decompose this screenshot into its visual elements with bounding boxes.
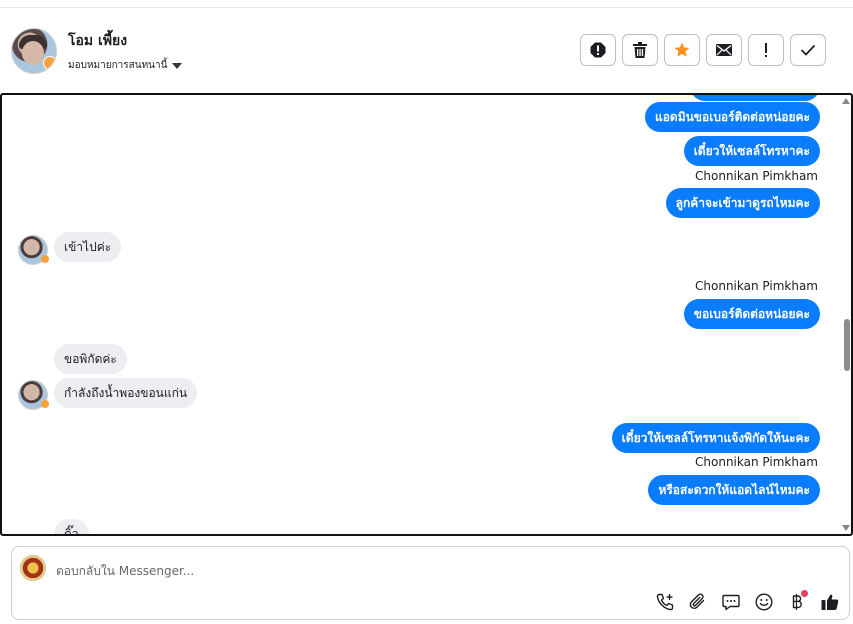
composer-toolbar xyxy=(654,590,841,613)
thread-scrollbar[interactable] xyxy=(841,95,851,534)
mail-icon xyxy=(716,44,732,56)
like-button[interactable] xyxy=(819,591,841,613)
sender-name: Chonnikan Pimkham xyxy=(695,455,818,469)
incoming-message[interactable]: ขอพิกัดค่ะ xyxy=(54,344,127,374)
sender-name: Chonnikan Pimkham xyxy=(695,279,818,293)
add-call-button[interactable] xyxy=(654,591,676,613)
thumbs-up-icon xyxy=(821,594,839,610)
mark-done-button[interactable] xyxy=(790,34,826,66)
scroll-up-arrow-icon[interactable] xyxy=(842,98,850,104)
messenger-badge-icon xyxy=(43,56,56,70)
check-icon xyxy=(800,44,816,56)
payment-button[interactable] xyxy=(786,590,808,613)
incoming-message[interactable]: ดิ๊ว xyxy=(54,519,89,534)
scrollbar-thumb[interactable] xyxy=(844,319,850,371)
mark-spam-button[interactable] xyxy=(580,34,616,66)
contact-avatar-small xyxy=(18,380,49,410)
saved-replies-button[interactable] xyxy=(720,591,742,613)
scroll-down-arrow-icon[interactable] xyxy=(842,525,850,531)
emoji-button[interactable] xyxy=(753,591,775,613)
messenger-badge-icon xyxy=(41,255,49,263)
outgoing-message[interactable]: ขอเบอร์ติดต่อหน่อยคะ xyxy=(683,299,820,329)
paperclip-icon xyxy=(689,593,705,610)
message-thread[interactable]: แอดมินขอเบอร์ติดต่อหน่อยคะ เดี๋ยวให้เซลล… xyxy=(0,93,853,536)
sender-name: Chonnikan Pimkham xyxy=(695,169,818,183)
avatar-face xyxy=(22,41,44,65)
contact-name[interactable]: โอม เพี้ยง xyxy=(68,30,127,52)
reply-input[interactable] xyxy=(56,561,656,581)
outgoing-message[interactable]: เดี๋ยวให้เซลล์โทรหาแจ้งพิกัดให้นะคะ xyxy=(611,423,820,453)
reply-composer xyxy=(11,546,850,620)
saved-reply-icon xyxy=(722,594,740,611)
partial-message-bubble xyxy=(690,95,820,101)
delete-button[interactable] xyxy=(622,34,658,66)
incoming-message[interactable]: กำลังถึงน้ำพองขอนแก่น xyxy=(54,378,198,408)
mark-unread-button[interactable] xyxy=(706,34,742,66)
incoming-message[interactable]: เข้าไปค่ะ xyxy=(54,232,122,262)
contact-avatar-small xyxy=(18,235,49,265)
call-add-icon xyxy=(656,593,674,611)
outgoing-message[interactable]: แอดมินขอเบอร์ติดต่อหน่อยคะ xyxy=(644,102,820,132)
trash-icon xyxy=(633,42,647,58)
spam-icon xyxy=(590,42,606,58)
messenger-badge-icon xyxy=(41,400,49,408)
conversation-header: โอม เพี้ยง มอบหมายการสนทนานี้ xyxy=(0,8,853,92)
notification-dot xyxy=(801,590,808,597)
follow-up-button[interactable] xyxy=(748,34,784,66)
page-avatar xyxy=(20,555,46,581)
caret-down-icon xyxy=(172,62,183,69)
emoji-icon xyxy=(755,593,773,611)
assign-conversation-dropdown[interactable]: มอบหมายการสนทนานี้ xyxy=(68,58,183,73)
star-icon xyxy=(674,42,690,57)
header-actions xyxy=(580,34,826,66)
important-icon xyxy=(765,43,767,57)
contact-avatar[interactable] xyxy=(11,28,57,74)
outgoing-message[interactable]: หรือสะดวกให้แอดไลน์ไหมคะ xyxy=(648,475,820,505)
outgoing-message[interactable]: ลูกค้าจะเข้ามาดูรถไหมคะ xyxy=(665,188,820,218)
outgoing-message[interactable]: เดี๋ยวให้เซลล์โทรหาคะ xyxy=(683,136,820,166)
attach-file-button[interactable] xyxy=(687,591,709,613)
star-button[interactable] xyxy=(664,34,700,66)
assign-label: มอบหมายการสนทนานี้ xyxy=(68,60,168,71)
